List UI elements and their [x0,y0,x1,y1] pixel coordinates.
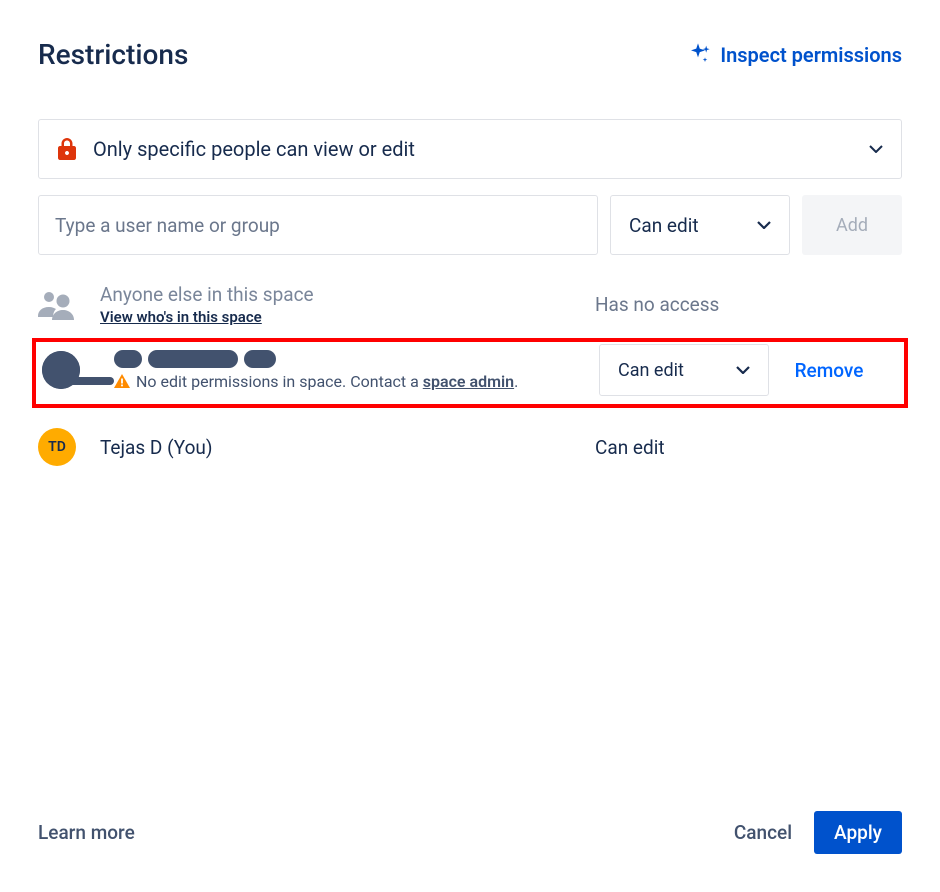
row-text: Anyone else in this space View who's in … [100,283,595,326]
avatar: TD [38,428,76,466]
add-permission-label: Can edit [629,214,699,237]
avatar-col: TD [38,428,86,466]
apply-button[interactable]: Apply [814,811,902,854]
chevron-down-icon [757,221,771,229]
warning-message: No edit permissions in space. Contact a … [114,372,599,391]
row-left: TD Tejas D (You) [38,428,595,466]
chevron-down-icon [736,366,750,374]
space-admin-link[interactable]: space admin [423,372,514,391]
chevron-down-icon [869,145,883,153]
remove-button[interactable]: Remove [795,359,864,382]
current-user-permission: Can edit [595,436,665,459]
action-col: Remove [779,359,879,382]
view-space-members-link[interactable]: View who's in this space [100,308,262,326]
dialog-footer: Learn more Cancel Apply [38,791,902,854]
current-user-row: TD Tejas D (You) Can edit [38,422,902,472]
warning-icon [114,373,130,389]
anyone-permission: Has no access [595,293,719,316]
row-permission-label: Can edit [618,360,684,381]
row-text: Tejas D (You) [100,436,595,459]
cancel-button[interactable]: Cancel [734,821,792,844]
redaction-stroke [66,377,114,385]
add-button[interactable]: Add [802,195,902,255]
row-left: Anyone else in this space View who's in … [38,283,595,326]
redacted-name [114,350,599,368]
lock-icon [57,138,77,160]
people-icon [38,290,76,320]
add-permission-select[interactable]: Can edit [610,195,790,255]
avatar-col [38,290,86,320]
current-user-name: Tejas D (You) [100,436,595,459]
restriction-level-label: Only specific people can view or edit [93,137,415,161]
permission-col: Can edit [595,436,775,459]
add-user-row: Can edit Add [38,195,902,255]
warning-text: No edit permissions in space. Contact a … [136,372,518,391]
row-left: No edit permissions in space. Contact a … [42,350,599,391]
permission-col: Can edit [599,344,779,396]
avatar-col [42,351,100,389]
anyone-else-row: Anyone else in this space View who's in … [38,277,902,332]
anyone-title: Anyone else in this space [100,283,595,306]
permission-col: Has no access [595,293,775,316]
row-permission-select[interactable]: Can edit [599,344,769,396]
restriction-level-select[interactable]: Only specific people can view or edit [38,119,902,179]
inspect-permissions-label: Inspect permissions [720,43,902,67]
page-title: Restrictions [38,38,188,71]
highlighted-user-row: No edit permissions in space. Contact a … [32,338,908,408]
sparkle-icon [684,41,712,69]
dialog-header: Restrictions Inspect permissions [38,38,902,71]
row-text: No edit permissions in space. Contact a … [114,350,599,391]
learn-more-link[interactable]: Learn more [38,821,135,844]
user-search-input[interactable] [38,195,598,255]
inspect-permissions-link[interactable]: Inspect permissions [684,41,902,69]
footer-right: Cancel Apply [734,811,902,854]
